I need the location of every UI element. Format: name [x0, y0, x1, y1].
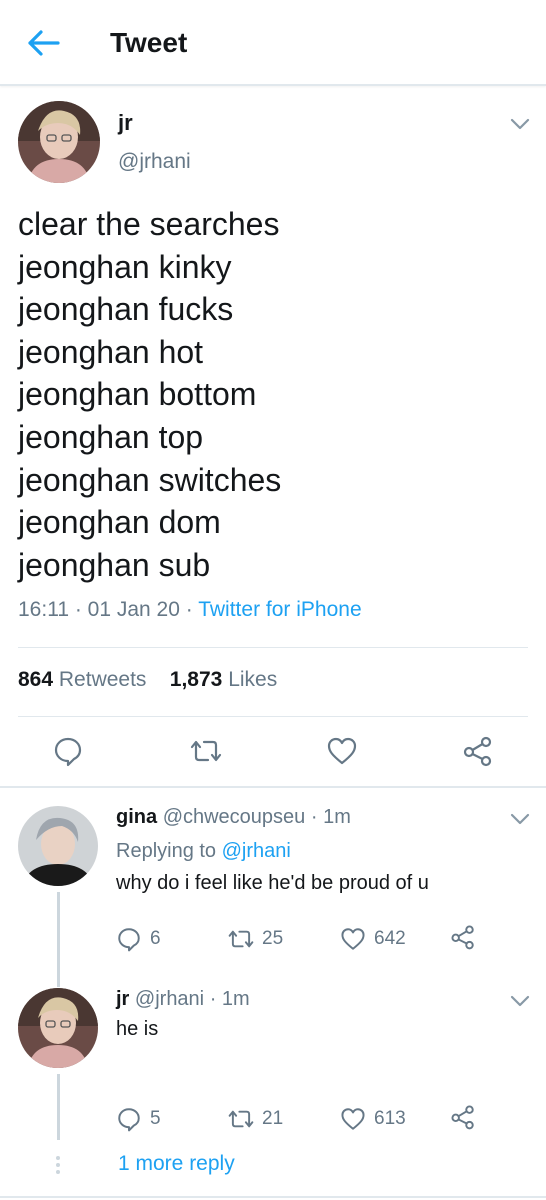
tweet-line: jeonghan switches [18, 461, 282, 498]
author-name[interactable]: jr [118, 110, 133, 136]
retweet-count: 25 [262, 928, 284, 949]
divider [18, 647, 528, 648]
like-action[interactable]: 642 [340, 924, 406, 954]
arrow-left-icon[interactable] [26, 28, 60, 58]
replying-handle-link[interactable]: @jrhani [222, 840, 291, 862]
tweet-date: 01 Jan 20 [87, 598, 180, 621]
tweet-line: jeonghan bottom [18, 376, 257, 413]
retweets-stat[interactable]: 864 Retweets [18, 668, 146, 691]
reply-author-name[interactable]: jr [116, 988, 129, 1010]
tweet-line: jeonghan fucks [18, 291, 234, 328]
reply-icon [118, 1108, 140, 1132]
more-replies-link[interactable]: 1 more reply [118, 1152, 235, 1176]
page-title: Tweet [110, 27, 188, 58]
thread-dots-icon [56, 1156, 60, 1174]
like-icon [341, 928, 365, 950]
replying-prefix: Replying to [116, 840, 217, 862]
reply-author-handle[interactable]: @chwecoupseu [163, 806, 306, 828]
likes-label: Likes [228, 668, 278, 691]
tweet-line: jeonghan kinky [18, 248, 232, 285]
meta-separator: · [179, 598, 199, 621]
retweet-count: 21 [262, 1108, 284, 1129]
tweet-line: jeonghan sub [18, 546, 211, 583]
share-icon[interactable] [462, 735, 494, 767]
like-icon [341, 1108, 365, 1130]
reply-count: 5 [150, 1108, 161, 1129]
tweet-time: 16:11 [18, 598, 69, 621]
reply-author-name[interactable]: gina [116, 806, 157, 828]
reply-author-handle[interactable]: @jrhani [135, 988, 204, 1010]
tweet-text: clear the searches jeonghan kinky jeongh… [18, 203, 528, 586]
tweet-line: jeonghan top [18, 418, 204, 455]
chevron-down-icon[interactable] [509, 117, 531, 131]
retweet-action[interactable]: 25 [228, 924, 283, 954]
reply-count: 6 [150, 928, 161, 949]
thread-line [57, 892, 60, 987]
avatar[interactable] [18, 101, 100, 183]
retweet-icon [228, 930, 254, 948]
tweet-line: jeonghan dom [18, 504, 221, 541]
tweet-meta: 16:11 · 01 Jan 20 · Twitter for iPhone [18, 598, 362, 622]
retweet-action[interactable]: 21 [228, 1104, 283, 1134]
share-icon[interactable] [450, 1104, 476, 1130]
reply-text: he is [116, 1018, 159, 1040]
divider [18, 716, 528, 717]
reply-action[interactable]: 5 [116, 1104, 161, 1134]
like-icon[interactable] [326, 735, 358, 767]
section-divider [0, 786, 546, 788]
section-divider [0, 1196, 546, 1198]
avatar[interactable] [18, 988, 98, 1068]
thread-line [57, 1074, 60, 1140]
retweets-count: 864 [18, 668, 54, 691]
likes-stat[interactable]: 1,873 Likes [170, 668, 277, 691]
tweet-line: clear the searches [18, 206, 280, 242]
like-action[interactable]: 613 [340, 1104, 406, 1134]
tweet-line: jeonghan hot [18, 333, 204, 370]
like-count: 613 [374, 1108, 406, 1129]
reply-time: · 1m [310, 806, 351, 828]
share-icon[interactable] [450, 924, 476, 950]
chevron-down-icon[interactable] [509, 994, 531, 1008]
reply-icon[interactable] [52, 735, 84, 767]
top-bar: Tweet [0, 0, 546, 86]
meta-separator: · [69, 598, 88, 621]
author-handle[interactable]: @jrhani [118, 150, 191, 174]
avatar[interactable] [18, 806, 98, 886]
like-count: 642 [374, 928, 406, 949]
reply-action[interactable]: 6 [116, 924, 161, 954]
reply-header: jr @jrhani · 1m [116, 988, 250, 1011]
reply-time: · 1m [209, 988, 250, 1010]
retweet-icon [228, 1110, 254, 1128]
retweet-icon[interactable] [190, 735, 222, 767]
retweets-label: Retweets [58, 668, 147, 691]
reply-icon [118, 928, 140, 952]
reply-text: why do i feel like he'd be proud of u [116, 872, 429, 894]
tweet-stats: 864 Retweets 1,873 Likes [18, 668, 277, 692]
replying-to: Replying to @jrhani [116, 840, 291, 863]
likes-count: 1,873 [169, 668, 223, 691]
tweet-source-link[interactable]: Twitter for iPhone [198, 598, 361, 621]
reply-header: gina @chwecoupseu · 1m [116, 806, 351, 829]
chevron-down-icon[interactable] [509, 812, 531, 826]
